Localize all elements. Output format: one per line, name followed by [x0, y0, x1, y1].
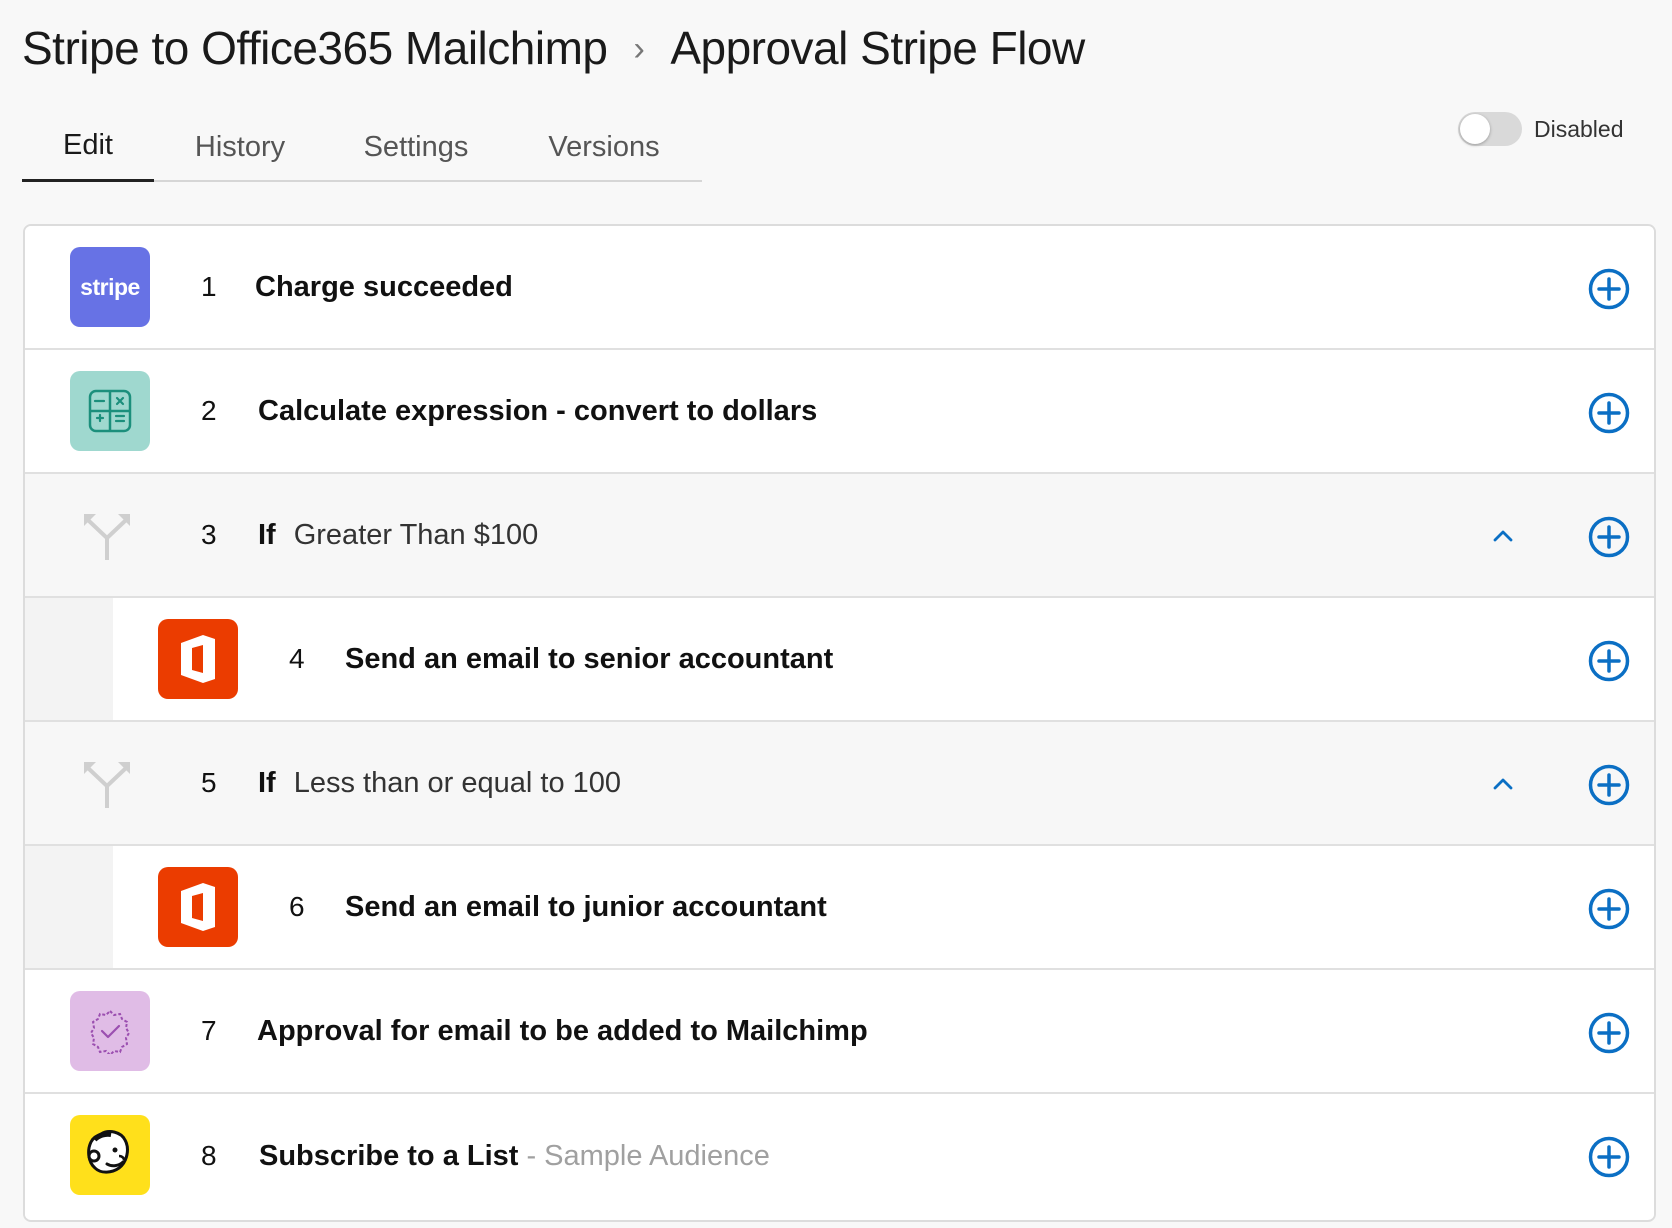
- step-title: Charge succeeded: [255, 270, 513, 303]
- nesting-indent: [25, 846, 113, 968]
- step-title: If Greater Than $100: [258, 518, 539, 551]
- office365-icon: [158, 619, 238, 699]
- approval-badge-icon: [70, 991, 150, 1071]
- step-row[interactable]: 8 Subscribe to a List - Sample Audience: [25, 1094, 1654, 1218]
- add-step-icon[interactable]: [1588, 268, 1630, 310]
- flow-steps: stripe 1 Charge succeeded 2 Calculate ex…: [23, 224, 1656, 1222]
- tab-versions[interactable]: Versions: [506, 112, 702, 182]
- add-step-icon[interactable]: [1588, 764, 1630, 806]
- tab-history[interactable]: History: [154, 112, 326, 182]
- branch-icon: [84, 514, 130, 560]
- add-step-icon[interactable]: [1588, 888, 1630, 930]
- step-title: Send an email to junior accountant: [345, 890, 827, 923]
- step-number: 5: [201, 767, 217, 798]
- tab-bar: Edit History Settings Versions: [22, 112, 702, 182]
- add-step-icon[interactable]: [1588, 516, 1630, 558]
- step-row-condition[interactable]: 5 If Less than or equal to 100: [25, 722, 1654, 846]
- add-step-icon[interactable]: [1588, 392, 1630, 434]
- nesting-indent: [25, 598, 113, 720]
- step-number: 2: [201, 395, 217, 426]
- enable-toggle[interactable]: [1458, 112, 1522, 146]
- step-row[interactable]: 2 Calculate expression - convert to doll…: [25, 350, 1654, 474]
- tab-edit[interactable]: Edit: [22, 112, 154, 182]
- step-number: 1: [201, 271, 217, 302]
- add-step-icon[interactable]: [1588, 640, 1630, 682]
- step-row[interactable]: stripe 1 Charge succeeded: [25, 226, 1654, 350]
- mailchimp-icon: [70, 1115, 150, 1195]
- chevron-right-icon: ›: [633, 29, 645, 68]
- page-title: Approval Stripe Flow: [670, 22, 1085, 74]
- step-number: 6: [289, 891, 305, 922]
- step-number: 4: [289, 643, 305, 674]
- chevron-up-icon[interactable]: [1491, 526, 1515, 546]
- stripe-logo: stripe: [70, 247, 150, 327]
- branch-icon: [84, 762, 130, 808]
- enable-toggle-group: Disabled: [1458, 112, 1624, 146]
- add-step-icon[interactable]: [1588, 1136, 1630, 1178]
- add-step-icon[interactable]: [1588, 1012, 1630, 1054]
- step-title: Calculate expression - convert to dollar…: [258, 394, 818, 427]
- step-row-nested[interactable]: 4 Send an email to senior accountant: [25, 598, 1654, 722]
- step-title: Approval for email to be added to Mailch…: [257, 1014, 868, 1047]
- step-row-condition[interactable]: 3 If Greater Than $100: [25, 474, 1654, 598]
- tab-settings[interactable]: Settings: [326, 112, 506, 182]
- step-title: Subscribe to a List - Sample Audience: [259, 1139, 770, 1172]
- step-row[interactable]: 7 Approval for email to be added to Mail…: [25, 970, 1654, 1094]
- office365-icon: [158, 867, 238, 947]
- step-number: 3: [201, 519, 217, 550]
- calculator-icon: [70, 371, 150, 451]
- chevron-up-icon[interactable]: [1491, 774, 1515, 794]
- step-number: 7: [201, 1015, 217, 1046]
- breadcrumb-parent[interactable]: Stripe to Office365 Mailchimp: [22, 21, 608, 75]
- step-title: Send an email to senior accountant: [345, 642, 834, 675]
- breadcrumb: Stripe to Office365 Mailchimp › Approval…: [22, 18, 1085, 78]
- status-label: Disabled: [1534, 115, 1624, 142]
- step-number: 8: [201, 1140, 217, 1171]
- step-row-nested[interactable]: 6 Send an email to junior accountant: [25, 846, 1654, 970]
- step-title: If Less than or equal to 100: [258, 766, 622, 799]
